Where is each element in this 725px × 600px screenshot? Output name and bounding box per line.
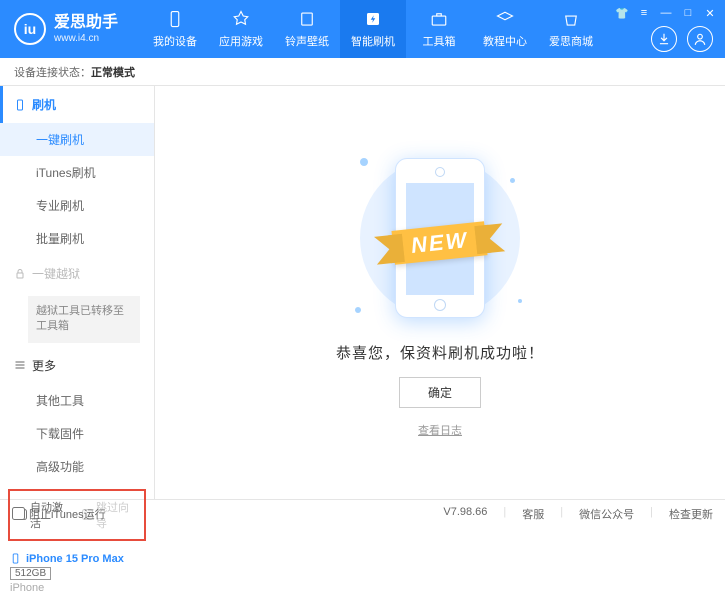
more-icon xyxy=(14,359,26,371)
status-label: 设备连接状态： xyxy=(14,64,91,80)
sidebar: 刷机 一键刷机 iTunes刷机 专业刷机 批量刷机 一键越狱 越狱工具已转移至… xyxy=(0,86,155,499)
app-header: iu 爱思助手 www.i4.cn 我的设备 应用游戏 铃声壁纸 智能刷机 工具… xyxy=(0,0,725,58)
footer-link-update[interactable]: 检查更新 xyxy=(669,506,713,522)
version-label: V7.98.66 xyxy=(443,506,487,522)
ringtone-icon xyxy=(297,9,317,29)
ok-button[interactable]: 确定 xyxy=(399,377,481,408)
device-name[interactable]: iPhone 15 Pro Max xyxy=(10,553,144,565)
flash-icon xyxy=(363,9,383,29)
sidebar-item-itunes-flash[interactable]: iTunes刷机 xyxy=(0,156,154,189)
apps-icon xyxy=(231,9,251,29)
sidebar-section-jailbreak: 一键越狱 xyxy=(0,255,154,292)
window-controls: 👕 ≡ — □ ✕ xyxy=(615,6,717,20)
sidebar-section-more[interactable]: 更多 xyxy=(0,347,154,384)
sidebar-item-advanced[interactable]: 高级功能 xyxy=(0,450,154,483)
sidebar-item-other-tools[interactable]: 其他工具 xyxy=(0,384,154,417)
maximize-button[interactable]: □ xyxy=(681,6,695,20)
device-storage: 512GB xyxy=(10,567,51,580)
nav-tutorials[interactable]: 教程中心 xyxy=(472,0,538,58)
logo-area: iu 爱思助手 www.i4.cn xyxy=(0,13,132,45)
device-icon xyxy=(165,9,185,29)
device-phone-icon xyxy=(10,553,22,565)
user-button[interactable] xyxy=(687,26,713,52)
status-bar: 设备连接状态： 正常模式 xyxy=(0,58,725,86)
sidebar-item-download-firmware[interactable]: 下载固件 xyxy=(0,417,154,450)
download-button[interactable] xyxy=(651,26,677,52)
jailbreak-note: 越狱工具已转移至工具箱 xyxy=(28,296,140,343)
toolbox-icon xyxy=(429,9,449,29)
view-log-link[interactable]: 查看日志 xyxy=(418,422,462,438)
success-message: 恭喜您，保资料刷机成功啦！ xyxy=(336,342,544,363)
minimize-button[interactable]: — xyxy=(659,6,673,20)
device-info: iPhone 15 Pro Max 512GB iPhone xyxy=(0,547,154,600)
app-logo-icon: iu xyxy=(14,13,46,45)
main-nav: 我的设备 应用游戏 铃声壁纸 智能刷机 工具箱 教程中心 爱思商城 xyxy=(142,0,604,58)
checkbox-block-itunes[interactable]: 阻止iTunes运行 xyxy=(12,506,106,522)
app-subtitle: www.i4.cn xyxy=(54,33,118,45)
phone-icon xyxy=(14,99,26,111)
main-content: NEW 恭喜您，保资料刷机成功啦！ 确定 查看日志 xyxy=(155,86,725,499)
nav-toolbox[interactable]: 工具箱 xyxy=(406,0,472,58)
lock-icon xyxy=(14,268,26,280)
skin-button[interactable]: 👕 xyxy=(615,6,629,20)
nav-smart-flash[interactable]: 智能刷机 xyxy=(340,0,406,58)
footer-link-support[interactable]: 客服 xyxy=(522,506,544,522)
nav-apps-games[interactable]: 应用游戏 xyxy=(208,0,274,58)
sidebar-item-oneclick-flash[interactable]: 一键刷机 xyxy=(0,123,154,156)
close-button[interactable]: ✕ xyxy=(703,6,717,20)
device-type: iPhone xyxy=(10,582,144,594)
success-illustration: NEW xyxy=(340,148,540,328)
nav-my-device[interactable]: 我的设备 xyxy=(142,0,208,58)
sidebar-item-batch-flash[interactable]: 批量刷机 xyxy=(0,222,154,255)
status-value: 正常模式 xyxy=(91,64,135,80)
nav-store[interactable]: 爱思商城 xyxy=(538,0,604,58)
app-title: 爱思助手 xyxy=(54,13,118,32)
nav-ringtone-wallpaper[interactable]: 铃声壁纸 xyxy=(274,0,340,58)
sidebar-section-flash[interactable]: 刷机 xyxy=(0,86,154,123)
store-icon xyxy=(561,9,581,29)
footer-link-wechat[interactable]: 微信公众号 xyxy=(579,506,634,522)
sidebar-item-pro-flash[interactable]: 专业刷机 xyxy=(0,189,154,222)
menu-button[interactable]: ≡ xyxy=(637,6,651,20)
tutorial-icon xyxy=(495,9,515,29)
